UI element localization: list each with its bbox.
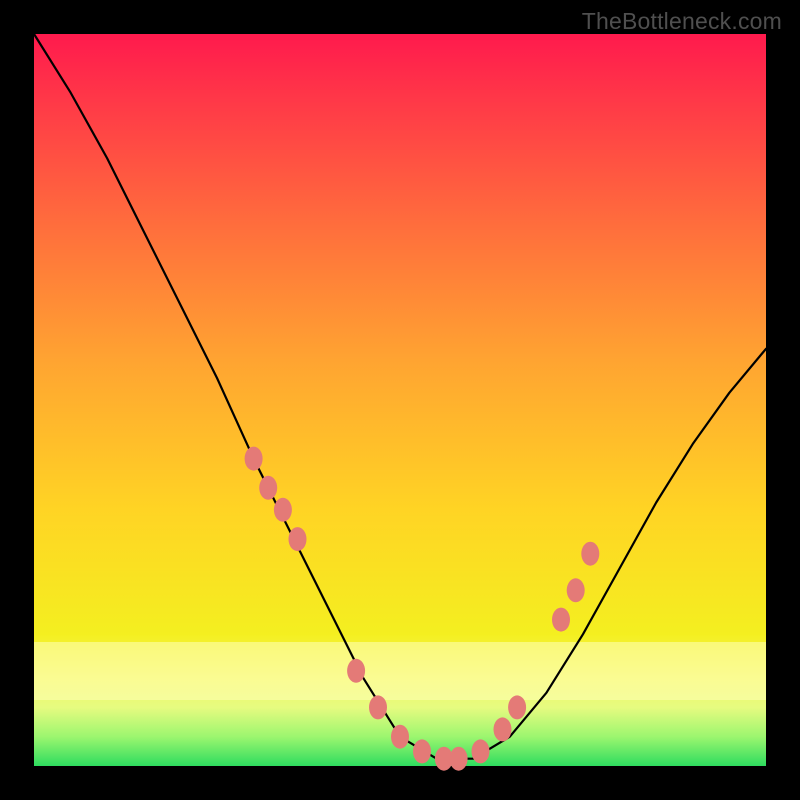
marker-group [245,447,600,771]
main-curve [34,34,766,759]
marker-dot [552,608,570,632]
marker-dot [347,659,365,683]
marker-dot [259,476,277,500]
marker-dot [413,739,431,763]
curve-layer [34,34,766,766]
marker-dot [494,717,512,741]
chart-frame: TheBottleneck.com [0,0,800,800]
marker-dot [391,725,409,749]
attribution-label: TheBottleneck.com [582,8,782,35]
marker-dot [508,695,526,719]
marker-dot [450,747,468,771]
marker-dot [369,695,387,719]
marker-dot [289,527,307,551]
marker-dot [581,542,599,566]
marker-dot [245,447,263,471]
plot-area [34,34,766,766]
marker-dot [472,739,490,763]
marker-dot [567,578,585,602]
marker-dot [274,498,292,522]
